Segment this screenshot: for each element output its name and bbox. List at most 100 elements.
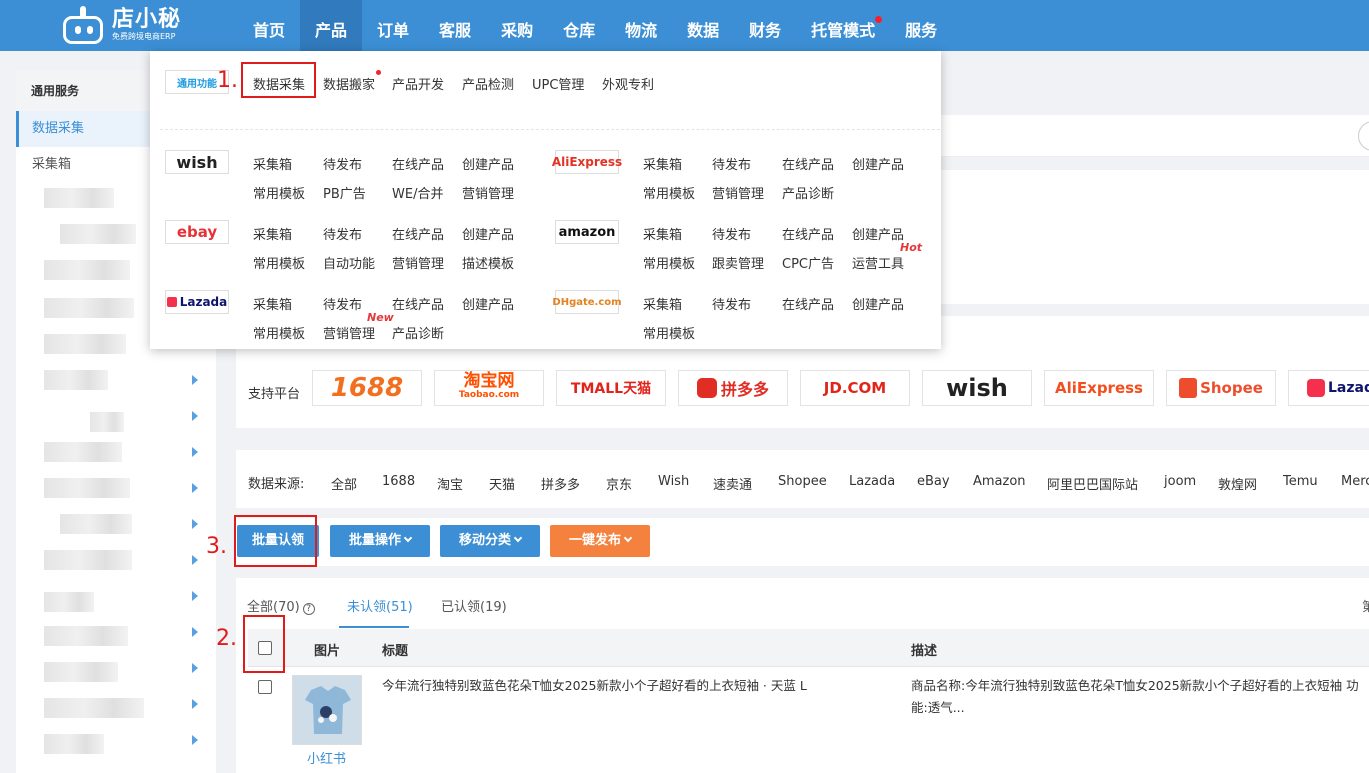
- ae-online[interactable]: 在线产品: [782, 154, 834, 173]
- lazada-pending[interactable]: 待发布: [323, 294, 362, 313]
- app-logo[interactable]: 店小秘 免费跨境电商ERP: [60, 6, 181, 44]
- wish-templates[interactable]: 常用模板: [253, 183, 305, 202]
- product-title[interactable]: 今年流行独特别致蓝色花朵T恤女2025新款小个子超好看的上衣短袖 · 天蓝 L: [382, 675, 852, 697]
- lazada-collect-box[interactable]: 采集箱: [253, 294, 292, 313]
- ae-marketing[interactable]: 营销管理: [712, 183, 764, 202]
- ebay-pending[interactable]: 待发布: [323, 224, 362, 243]
- ebay-online[interactable]: 在线产品: [392, 224, 444, 243]
- ae-templates[interactable]: 常用模板: [643, 183, 695, 202]
- menu-upc[interactable]: UPC管理: [532, 74, 584, 93]
- amazon-templates[interactable]: 常用模板: [643, 253, 695, 272]
- chevron-right-icon[interactable]: [192, 447, 198, 457]
- menu-product-check[interactable]: 产品检测: [462, 74, 514, 93]
- nav-orders[interactable]: 订单: [362, 0, 424, 51]
- amazon-ops-tools[interactable]: 运营工具: [852, 253, 904, 272]
- wish-marketing[interactable]: 营销管理: [462, 183, 514, 202]
- source-mercado[interactable]: Merc: [1341, 474, 1369, 489]
- platform-lazada[interactable]: Lazada: [1288, 370, 1369, 406]
- dhgate-collect-box[interactable]: 采集箱: [643, 294, 682, 313]
- ebay-templates[interactable]: 常用模板: [253, 253, 305, 272]
- wish-pb-ads[interactable]: PB广告: [323, 183, 366, 202]
- dhgate-pending[interactable]: 待发布: [712, 294, 751, 313]
- menu-product-dev[interactable]: 产品开发: [392, 74, 444, 93]
- product-thumbnail[interactable]: [292, 675, 362, 745]
- wish-create[interactable]: 创建产品: [462, 154, 514, 173]
- batch-operation-button[interactable]: 批量操作: [330, 525, 430, 557]
- source-lazada[interactable]: Lazada: [849, 474, 895, 489]
- ebay-auto[interactable]: 自动功能: [323, 253, 375, 272]
- platform-aliexpress[interactable]: AliExpress: [1044, 370, 1154, 406]
- dhgate-templates[interactable]: 常用模板: [643, 323, 695, 342]
- row-checkbox[interactable]: [258, 680, 272, 694]
- tab-unclaimed[interactable]: 未认领(51): [347, 596, 413, 615]
- nav-services[interactable]: 服务: [890, 0, 952, 51]
- chevron-right-icon[interactable]: [192, 555, 198, 565]
- nav-data[interactable]: 数据: [672, 0, 734, 51]
- amazon-follow-sell[interactable]: 跟卖管理: [712, 253, 764, 272]
- platform-pinduoduo[interactable]: 拼多多: [678, 370, 788, 406]
- dhgate-online[interactable]: 在线产品: [782, 294, 834, 313]
- nav-finance[interactable]: 财务: [734, 0, 796, 51]
- source-aliexpress[interactable]: 速卖通: [713, 474, 752, 493]
- wish-online[interactable]: 在线产品: [392, 154, 444, 173]
- tab-all[interactable]: 全部(70)?: [247, 596, 315, 615]
- chevron-right-icon[interactable]: [192, 699, 198, 709]
- nav-warehouse[interactable]: 仓库: [548, 0, 610, 51]
- source-shopee[interactable]: Shopee: [778, 474, 827, 489]
- source-temu[interactable]: Temu: [1283, 474, 1318, 489]
- chevron-right-icon[interactable]: [192, 411, 198, 421]
- source-pinduoduo[interactable]: 拼多多: [541, 474, 580, 493]
- lazada-diagnosis[interactable]: 产品诊断: [392, 323, 444, 342]
- source-amazon[interactable]: Amazon: [973, 474, 1026, 489]
- amazon-cpc-ads[interactable]: CPC广告: [782, 253, 834, 272]
- wish-pending[interactable]: 待发布: [323, 154, 362, 173]
- amazon-pending[interactable]: 待发布: [712, 224, 751, 243]
- ebay-collect-box[interactable]: 采集箱: [253, 224, 292, 243]
- wish-collect-box[interactable]: 采集箱: [253, 154, 292, 173]
- source-joom[interactable]: joom: [1164, 474, 1196, 489]
- chevron-right-icon[interactable]: [192, 483, 198, 493]
- nav-service[interactable]: 客服: [424, 0, 486, 51]
- chevron-right-icon[interactable]: [192, 735, 198, 745]
- dhgate-create[interactable]: 创建产品: [852, 294, 904, 313]
- lazada-templates[interactable]: 常用模板: [253, 323, 305, 342]
- nav-logistics[interactable]: 物流: [610, 0, 672, 51]
- tab-claimed[interactable]: 已认领(19): [441, 596, 507, 615]
- platform-tmall[interactable]: TMALL天猫: [556, 370, 666, 406]
- help-icon[interactable]: ?: [302, 603, 315, 615]
- platform-shopee[interactable]: Shopee: [1166, 370, 1276, 406]
- menu-design-patent[interactable]: 外观专利: [602, 74, 654, 93]
- chevron-right-icon[interactable]: [192, 519, 198, 529]
- ae-pending[interactable]: 待发布: [712, 154, 751, 173]
- source-tmall[interactable]: 天猫: [489, 474, 515, 493]
- amazon-create[interactable]: 创建产品: [852, 224, 904, 243]
- nav-purchase[interactable]: 采购: [486, 0, 548, 51]
- ae-create[interactable]: 创建产品: [852, 154, 904, 173]
- source-wish[interactable]: Wish: [658, 474, 689, 489]
- ae-diagnosis[interactable]: 产品诊断: [782, 183, 834, 202]
- source-link[interactable]: 小红书: [307, 748, 346, 767]
- source-alibaba[interactable]: 阿里巴巴国际站: [1047, 474, 1138, 493]
- nav-home[interactable]: 首页: [238, 0, 300, 51]
- source-jd[interactable]: 京东: [606, 474, 632, 493]
- one-click-publish-button[interactable]: 一键发布: [550, 525, 650, 557]
- ebay-desc-templates[interactable]: 描述模板: [462, 253, 514, 272]
- lazada-marketing[interactable]: 营销管理: [323, 323, 375, 342]
- amazon-collect-box[interactable]: 采集箱: [643, 224, 682, 243]
- nav-managed-mode[interactable]: 托管模式: [796, 0, 890, 51]
- ae-collect-box[interactable]: 采集箱: [643, 154, 682, 173]
- ebay-marketing[interactable]: 营销管理: [392, 253, 444, 272]
- wish-we-merge[interactable]: WE/合并: [392, 183, 443, 202]
- platform-1688[interactable]: 1688: [312, 370, 422, 406]
- platform-wish[interactable]: wish: [922, 370, 1032, 406]
- menu-data-migrate[interactable]: 数据搬家: [323, 74, 375, 93]
- platform-taobao[interactable]: 淘宝网 Taobao.com: [434, 370, 544, 406]
- source-all[interactable]: 全部: [331, 474, 357, 493]
- source-1688[interactable]: 1688: [382, 474, 415, 489]
- source-ebay[interactable]: eBay: [917, 474, 950, 489]
- lazada-online[interactable]: 在线产品: [392, 294, 444, 313]
- chevron-right-icon[interactable]: [192, 663, 198, 673]
- ebay-create[interactable]: 创建产品: [462, 224, 514, 243]
- source-dhgate[interactable]: 敦煌网: [1218, 474, 1257, 493]
- lazada-create[interactable]: 创建产品: [462, 294, 514, 313]
